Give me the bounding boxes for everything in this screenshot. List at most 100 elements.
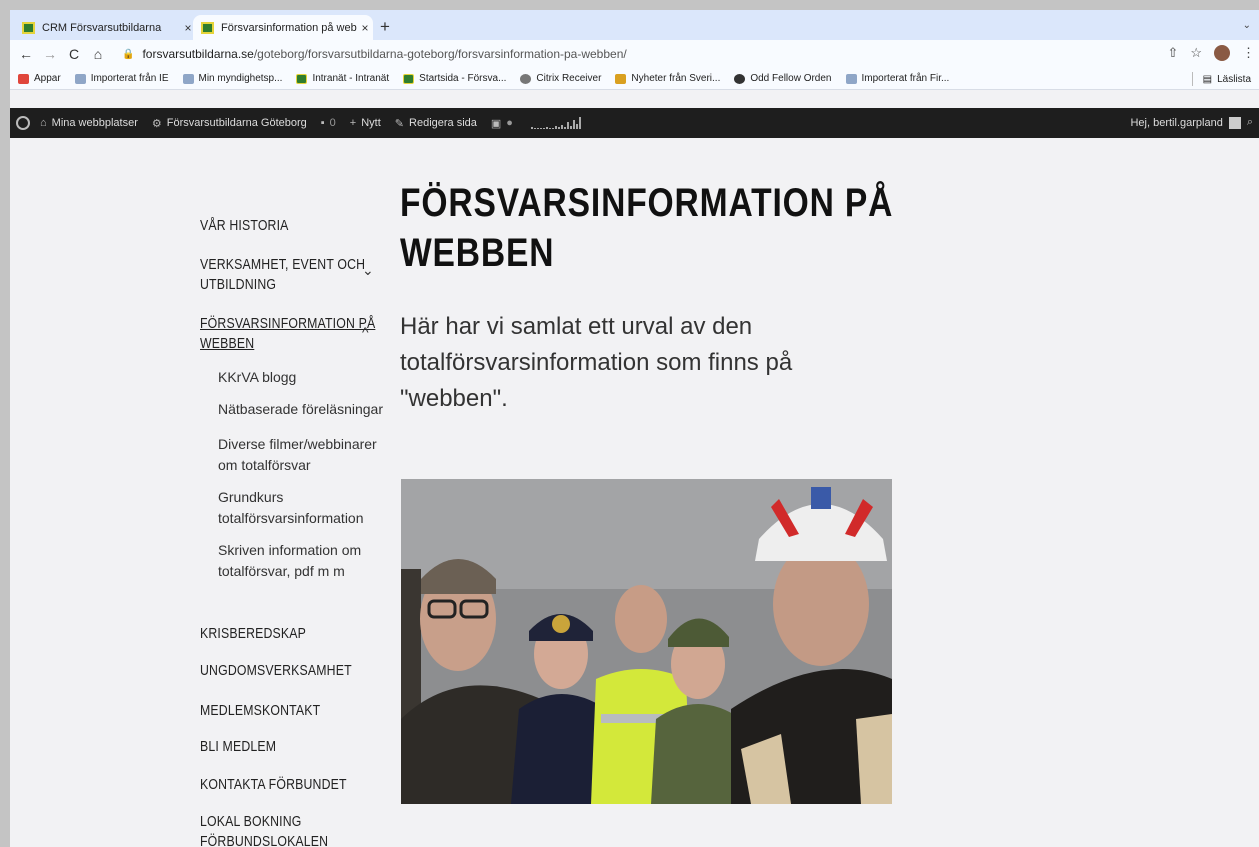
back-button[interactable]: ← — [14, 46, 38, 62]
forward-button[interactable]: → — [38, 46, 62, 62]
star-icon[interactable]: ☆ — [1190, 45, 1202, 61]
page-icon — [182, 73, 194, 84]
subitem-label: totalförsvar, pdf m m — [218, 563, 345, 579]
tab-strip: CRM Försvarsutbildarna × Försvarsinforma… — [10, 10, 1259, 40]
subitem-natbaserade[interactable]: Nätbaserade föreläsningar — [218, 399, 383, 420]
sidebar-item-label: Lokal bokning — [200, 813, 302, 830]
menu-icon[interactable]: ⋮ — [1242, 45, 1255, 61]
bookmark-citrix[interactable]: Citrix Receiver — [520, 73, 601, 84]
stats-sparkline[interactable] — [530, 117, 581, 129]
bookmark-startsida[interactable]: Startsida - Försva... — [403, 73, 506, 84]
share-icon[interactable]: ⇧ — [1167, 45, 1178, 61]
account-menu[interactable]: Hej, bertil.garpland ⌕ — [1130, 116, 1253, 129]
sidebar-item-forsvarsinformation[interactable]: Försvarsinformation på webben — [200, 314, 375, 354]
toolbar-actions: ⇧ ☆ ⋮ — [1167, 45, 1255, 61]
subitem-label: om totalförsvar — [218, 457, 311, 473]
reading-list[interactable]: ▤ Läslista — [1191, 72, 1251, 86]
my-sites-link[interactable]: ⌂ Mina webbplatser — [40, 117, 138, 129]
wp-admin-bar: ⌂ Mina webbplatser ⚙ Försvarsutbildarna Gö… — [10, 108, 1259, 138]
sidebar-item-krisberedskap[interactable]: Krisberedskap — [200, 624, 306, 644]
gov-crest-icon — [22, 21, 35, 34]
bookmarks-bar: Appar Importerat från IE Min myndighetsp… — [10, 68, 1259, 90]
new-tab-button[interactable]: + — [380, 18, 390, 35]
seo-menu[interactable]: ▣ ● — [491, 117, 513, 130]
bookmark-myndighetsp[interactable]: Min myndighetsp... — [182, 73, 282, 84]
bookmark-odd-fellow[interactable]: Odd Fellow Orden — [734, 73, 832, 84]
bookmark-label: Importerat från IE — [90, 73, 169, 84]
page-title: Försvarsinformation på webben — [400, 178, 893, 278]
bookmark-importerat-fir[interactable]: Importerat från Fir... — [845, 73, 950, 84]
sidebar-item-medlemskontakt[interactable]: Medlemskontakt — [200, 701, 320, 721]
page-title-line: Försvarsinformation på — [400, 181, 894, 225]
bookmark-label: Citrix Receiver — [536, 73, 602, 84]
edit-label: Redigera sida — [409, 117, 477, 129]
bookmark-intranat[interactable]: Intranät - Intranät — [296, 73, 389, 84]
tab-title: Försvarsinformation på webben — [221, 21, 357, 34]
seo-icon: ▣ — [490, 117, 502, 130]
comments-link[interactable]: ▪ 0 — [321, 117, 336, 129]
subitem-skriven-information[interactable]: Skriven information om totalförsvar, pdf… — [218, 540, 361, 582]
tab-search-icon[interactable]: ⌄ — [1243, 20, 1251, 31]
subitem-kkrva-blogg[interactable]: KKrVA blogg — [218, 367, 296, 388]
tab-forsvarsinformation[interactable]: Försvarsinformation på webben × — [193, 15, 373, 40]
sidebar-item-bli-medlem[interactable]: Bli medlem — [200, 737, 276, 757]
profile-avatar[interactable] — [1214, 45, 1230, 61]
folder-icon — [845, 73, 857, 84]
greeting-text: Hej, bertil.garpland — [1130, 116, 1223, 129]
subitem-grundkurs[interactable]: Grundkurs totalförsvarsinformation — [218, 487, 364, 529]
folder-icon — [74, 73, 86, 84]
hero-photo — [401, 479, 892, 804]
reading-list-icon: ▤ — [1202, 73, 1213, 85]
chevron-down-icon[interactable]: ⌄ — [362, 262, 374, 279]
tab-crm[interactable]: CRM Försvarsutbildarna × — [16, 15, 196, 40]
sidebar-item-kontakta-forbundet[interactable]: Kontakta förbundet — [200, 775, 347, 795]
edit-page-link[interactable]: ✎ Redigera sida — [395, 117, 477, 130]
subitem-label: totalförsvarsinformation — [218, 510, 364, 526]
dashboard-icon: ⚙ — [151, 117, 162, 130]
reading-list-label: Läslista — [1217, 73, 1251, 85]
subitem-label: Skriven information om — [218, 542, 362, 558]
bookmark-importerat-ie[interactable]: Importerat från IE — [74, 73, 169, 84]
bookmark-nyheter[interactable]: Nyheter från Sveri... — [615, 73, 720, 84]
citrix-icon — [520, 73, 532, 84]
apps-grid-icon — [18, 73, 29, 84]
url-host: forsvarsutbildarna.se — [142, 47, 254, 61]
address-bar[interactable]: 🔒 forsvarsutbildarna.se/goteborg/forsvar… — [122, 47, 627, 61]
page-title-line: webben — [400, 231, 555, 275]
sidebar-item-verksamhet[interactable]: Verksamhet, event och utbildning — [200, 255, 365, 295]
sidebar-item-label: webben — [200, 335, 255, 352]
bookmark-label: Nyheter från Sveri... — [631, 73, 721, 84]
bookmark-label: Odd Fellow Orden — [750, 73, 832, 84]
browser-window: CRM Försvarsutbildarna × Försvarsinforma… — [10, 10, 1259, 847]
site-name-label: Försvarsutbildarna Göteborg — [166, 117, 307, 129]
bookmark-appar[interactable]: Appar — [18, 73, 61, 84]
wordpress-logo-icon[interactable] — [16, 116, 30, 130]
bookmark-label: Startsida - Försva... — [419, 73, 507, 84]
bookmark-label: Intranät - Intranät — [312, 73, 390, 84]
new-content-link[interactable]: + Nytt — [350, 117, 381, 129]
search-icon[interactable]: ⌕ — [1247, 116, 1253, 129]
sidebar-item-ungdomsverksamhet[interactable]: Ungdomsverksamhet — [200, 661, 352, 681]
url-path: /goteborg/forsvarsutbildarna-goteborg/fo… — [253, 47, 627, 61]
home-button[interactable]: ⌂ — [86, 46, 110, 62]
globe-icon — [734, 73, 746, 84]
reload-button[interactable]: C — [62, 46, 86, 62]
plus-icon: + — [349, 117, 357, 129]
site-name-link[interactable]: ⚙ Försvarsutbildarna Göteborg — [152, 117, 307, 130]
sites-icon: ⌂ — [40, 117, 47, 129]
gov-crest-icon — [296, 73, 308, 84]
close-tab-icon[interactable]: × — [357, 21, 373, 35]
sidebar-item-lokal-bokning[interactable]: Lokal bokning förbundslokalen — [200, 812, 328, 847]
browser-toolbar: ← → C ⌂ 🔒 forsvarsutbildarna.se/goteborg… — [10, 40, 1259, 68]
pencil-icon: ✎ — [394, 117, 405, 130]
bookmark-label: Appar — [34, 73, 61, 84]
subitem-diverse-filmer[interactable]: Diverse filmer/webbinarer om totalförsva… — [218, 434, 377, 476]
comment-icon: ▪ — [320, 117, 325, 129]
bookmark-label: Importerat från Fir... — [861, 73, 950, 84]
sidebar-item-label: Försvarsinformation på — [200, 315, 376, 332]
chevron-up-icon[interactable]: ^ — [362, 324, 369, 340]
user-avatar — [1228, 116, 1241, 129]
divider — [1191, 72, 1193, 86]
gov-crest-icon — [403, 73, 415, 84]
sidebar-item-var-historia[interactable]: Vår historia — [200, 216, 289, 236]
